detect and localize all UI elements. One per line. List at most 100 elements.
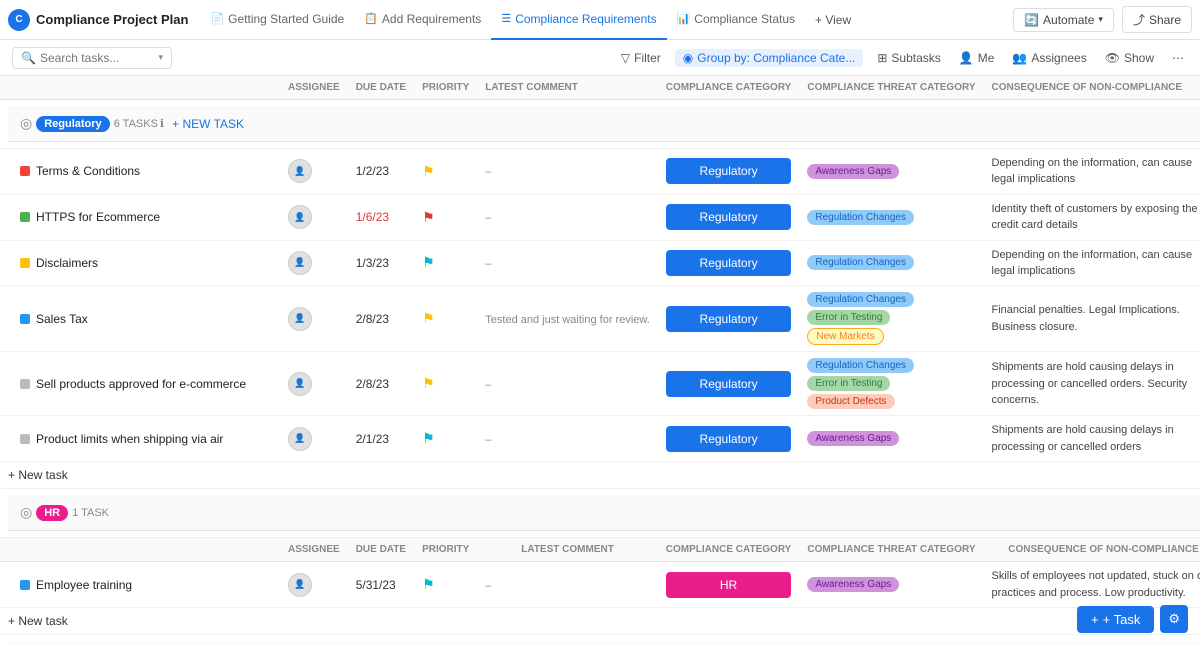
assignee-cell: 👤 — [280, 149, 348, 195]
table-row[interactable]: Disclaimers 👤 1/3/23 ⚑ – Regulatory Regu… — [0, 240, 1200, 286]
tab-compliance-status[interactable]: 📊Compliance Status — [667, 0, 805, 40]
col-threat-category: COMPLIANCE THREAT CATEGORY — [799, 76, 983, 100]
new-task-cell[interactable]: + New task — [0, 462, 1200, 489]
table-row[interactable]: Terms & Conditions 👤 1/2/23 ⚑ – Regulato… — [0, 149, 1200, 195]
comment-text: Tested and just waiting for review. — [485, 314, 649, 326]
consequence-cell: Depending on the information, can cause … — [984, 240, 1200, 286]
due-date-cell: 1/2/23 — [348, 149, 414, 195]
show-button[interactable]: 👁 Show — [1101, 49, 1158, 67]
tab-getting-started[interactable]: 📄Getting Started Guide — [200, 0, 354, 40]
filter-button[interactable]: ▽ Filter — [617, 49, 665, 67]
threat-tag: Regulation Changes — [807, 210, 914, 225]
table-row[interactable]: Product limits when shipping via air 👤 2… — [0, 416, 1200, 462]
priority-flag[interactable]: ⚑ — [422, 209, 435, 225]
add-task-button[interactable]: + + Task — [1077, 606, 1154, 633]
new-task-btn-top[interactable]: + NEW TASK — [172, 117, 244, 131]
task-name-text[interactable]: Disclaimers — [36, 256, 98, 270]
due-date-cell: 5/31/23 — [348, 562, 414, 608]
consequence-text: Financial penalties. Legal Implications.… — [992, 304, 1180, 332]
consequence-cell: Shipments are hold causing delays in pro… — [984, 352, 1200, 416]
threat-tag: Regulation Changes — [807, 292, 914, 307]
due-date-text: 1/3/23 — [356, 256, 389, 270]
assignees-button[interactable]: 👥 Assignees — [1008, 49, 1090, 67]
table-row[interactable]: Sales Tax 👤 2/8/23 ⚑ Tested and just wai… — [0, 286, 1200, 352]
task-color-dot — [20, 434, 30, 444]
comment-text: – — [485, 212, 491, 224]
section-toggle-regulatory[interactable]: ◎ — [20, 115, 32, 132]
search-box[interactable]: 🔍 ▾ — [12, 47, 172, 69]
table-row[interactable]: Sell products approved for e-commerce 👤 … — [0, 352, 1200, 416]
threat-category-cell: Regulation Changes — [799, 194, 983, 240]
new-task-row-hr[interactable]: + New task — [0, 607, 1200, 634]
sub-col-category-1: COMPLIANCE CATEGORY — [658, 538, 800, 562]
table-container: ASSIGNEE DUE DATE PRIORITY LATEST COMMEN… — [0, 76, 1200, 645]
threat-tag: Regulation Changes — [807, 358, 914, 373]
task-name-text[interactable]: Product limits when shipping via air — [36, 432, 223, 446]
group-by-button[interactable]: ◉ Group by: Compliance Cate... — [675, 49, 864, 67]
priority-flag[interactable]: ⚑ — [422, 576, 435, 592]
avatar: 👤 — [288, 372, 312, 396]
table-row[interactable]: Employee training 👤 5/31/23 ⚑ – HR Aware… — [0, 562, 1200, 608]
task-table: ASSIGNEE DUE DATE PRIORITY LATEST COMMEN… — [0, 76, 1200, 645]
search-input[interactable] — [40, 51, 153, 65]
section-info-icon: ℹ — [160, 117, 164, 130]
compliance-category-cell: Regulatory — [658, 149, 800, 195]
task-name-text[interactable]: Sell products approved for e-commerce — [36, 377, 246, 391]
section-toggle-hr[interactable]: ◎ — [20, 504, 32, 521]
priority-flag[interactable]: ⚑ — [422, 430, 435, 446]
subtasks-button[interactable]: ⊞ Subtasks — [873, 49, 944, 67]
tab-label-getting-started: Getting Started Guide — [228, 12, 344, 26]
me-button[interactable]: 👤 Me — [955, 49, 999, 67]
me-icon: 👤 — [959, 51, 974, 65]
task-name-text[interactable]: Sales Tax — [36, 312, 88, 326]
comment-text: – — [485, 379, 491, 391]
tabs-container: 📄Getting Started Guide📋Add Requirements☰… — [200, 0, 805, 39]
threat-category-cell: Regulation ChangesError in TestingNew Ma… — [799, 286, 983, 352]
sub-col-due-1: DUE DATE — [348, 538, 414, 562]
filter-label: Filter — [634, 51, 661, 65]
priority-flag[interactable]: ⚑ — [422, 163, 435, 179]
more-button[interactable]: ⋯ — [1168, 49, 1188, 67]
task-name-text[interactable]: Terms & Conditions — [36, 164, 140, 178]
tab-compliance-requirements[interactable]: ☰Compliance Requirements — [491, 0, 666, 40]
assignee-cell: 👤 — [280, 286, 348, 352]
col-compliance-category: COMPLIANCE CATEGORY — [658, 76, 800, 100]
toolbar: 🔍 ▾ ▽ Filter ◉ Group by: Compliance Cate… — [0, 40, 1200, 76]
compliance-badge: Regulatory — [666, 204, 792, 230]
due-date-cell: 2/1/23 — [348, 416, 414, 462]
view-button[interactable]: + View — [809, 11, 857, 29]
consequence-text: Identity theft of customers by exposing … — [992, 203, 1198, 231]
table-row[interactable]: HTTPS for Ecommerce 👤 1/6/23 ⚑ – Regulat… — [0, 194, 1200, 240]
compliance-category-cell: Regulatory — [658, 194, 800, 240]
search-icon: 🔍 — [21, 51, 36, 65]
threat-category-cell: Awareness Gaps — [799, 562, 983, 608]
threat-tag: Awareness Gaps — [807, 577, 899, 592]
due-date-cell: 1/3/23 — [348, 240, 414, 286]
compliance-badge: Regulatory — [666, 306, 792, 332]
automate-button[interactable]: 🔄 Automate ▾ — [1013, 8, 1114, 32]
avatar: 👤 — [288, 159, 312, 183]
automate-label: Automate — [1043, 13, 1094, 27]
more-icon: ⋯ — [1172, 51, 1184, 65]
tab-add-requirements[interactable]: 📋Add Requirements — [354, 0, 491, 40]
new-task-row-regulatory[interactable]: + New task — [0, 462, 1200, 489]
section-row-regulatory: ◎ Regulatory 6 TASKS ℹ + NEW TASK ✓ HIDE… — [0, 100, 1200, 149]
action-bar: + + Task ⚙ — [1077, 605, 1188, 633]
task-name-text[interactable]: Employee training — [36, 578, 132, 592]
settings-button[interactable]: ⚙ — [1160, 605, 1188, 633]
task-name-text[interactable]: HTTPS for Ecommerce — [36, 210, 160, 224]
compliance-badge: Regulatory — [666, 371, 792, 397]
subtasks-label: Subtasks — [891, 51, 940, 65]
due-date-text: 2/8/23 — [356, 377, 389, 391]
share-button[interactable]: ⤴ Share — [1122, 6, 1192, 33]
consequence-text: Depending on the information, can cause … — [992, 157, 1193, 185]
priority-flag[interactable]: ⚑ — [422, 310, 435, 326]
logo-icon: C — [8, 9, 30, 31]
priority-flag[interactable]: ⚑ — [422, 254, 435, 270]
due-date-cell: 2/8/23 — [348, 286, 414, 352]
threat-tag: Error in Testing — [807, 310, 890, 325]
priority-cell: ⚑ — [414, 562, 477, 608]
priority-flag[interactable]: ⚑ — [422, 375, 435, 391]
comment-cell: – — [477, 194, 657, 240]
new-task-cell[interactable]: + New task — [0, 607, 1200, 634]
